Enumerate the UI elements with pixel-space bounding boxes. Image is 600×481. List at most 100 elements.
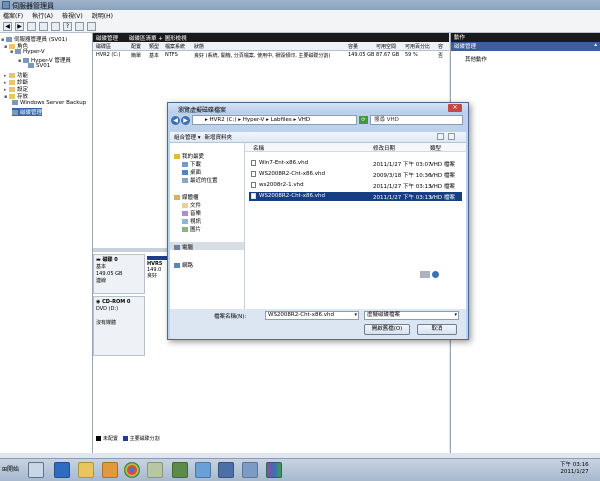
col-volume[interactable]: 磁碟區 xyxy=(96,43,111,50)
show-hide-tree-icon[interactable] xyxy=(39,21,48,31)
vhd-file-icon xyxy=(251,171,256,177)
nav-favorites[interactable]: 我的最愛 xyxy=(174,152,204,160)
volume-status: 良好 (系統, 開機, 分頁檔案, 使用中, 損毀傾印, 主要磁碟分割) xyxy=(194,53,331,59)
cmd-icon[interactable] xyxy=(172,462,188,478)
toolbar: ◀ ▶ ? xyxy=(0,20,600,33)
nav-desktop[interactable]: 桌面 xyxy=(182,168,201,176)
col-date-modified[interactable]: 修改日期 xyxy=(373,144,395,152)
cancel-button[interactable]: 取消 xyxy=(417,324,457,335)
search-input[interactable]: 搜尋 VHD xyxy=(370,115,463,125)
chevron-down-icon[interactable]: ▾ xyxy=(454,312,457,319)
tool-icon[interactable] xyxy=(147,462,163,478)
settings-icon[interactable] xyxy=(87,21,96,31)
remote-desktop-icon[interactable] xyxy=(242,462,258,478)
vhd-file-icon xyxy=(251,160,256,166)
disk-view-icon[interactable] xyxy=(75,21,84,31)
chevron-down-icon[interactable]: ▾ xyxy=(354,312,357,319)
tree-node-sv01[interactable]: SV01 xyxy=(28,63,50,69)
more-actions-link[interactable]: 其他動作 xyxy=(465,55,487,63)
help-icon[interactable]: ? xyxy=(63,21,72,31)
network-share-icon[interactable] xyxy=(195,462,211,478)
chrome-icon[interactable] xyxy=(124,462,140,478)
close-icon[interactable]: ✕ xyxy=(448,104,462,112)
nav-pictures[interactable]: 圖片 xyxy=(182,225,201,233)
hyperv-icon xyxy=(15,49,21,54)
dialog-command-bar: 組合管理 ▾ 新增資料夾 ? xyxy=(170,132,466,150)
organize-menu[interactable]: 組合管理 ▾ xyxy=(174,133,201,141)
window-titlebar: 伺服器管理員 xyxy=(0,0,600,10)
tree-node-disk-management[interactable]: 磁碟管理 xyxy=(12,108,43,116)
col-free-space[interactable]: 可用空間 xyxy=(376,43,396,50)
open-button[interactable]: 開啟舊檔(O) xyxy=(364,324,410,335)
col-layout[interactable]: 配置 xyxy=(131,43,141,50)
tree-node-storage[interactable]: ▪ 存放 xyxy=(4,92,28,100)
volume-free-space: 87.67 GB xyxy=(376,52,400,58)
network-icon xyxy=(174,263,180,268)
filename-label: 檔案名稱(N): xyxy=(214,314,247,320)
tree-node-hyperv[interactable]: ▪ Hyper-V xyxy=(10,49,45,55)
volume-capacity: 149.05 GB xyxy=(348,52,375,58)
nav-documents[interactable]: 文件 xyxy=(182,201,201,209)
properties-icon[interactable] xyxy=(51,21,60,31)
col-fault[interactable]: 容 xyxy=(438,43,443,50)
file-row-selected[interactable]: WS2008R2-Cht-x86.vhd 2011/1/27 下午 03:13 … xyxy=(249,192,462,201)
file-row[interactable]: ws2008r2-1.vhd 2011/1/27 下午 03:13 VHD 檔案 xyxy=(249,181,462,190)
filetype-select[interactable]: 虛擬磁碟檔案 ▾ xyxy=(364,311,459,320)
explorer-folder-icon[interactable] xyxy=(78,462,94,478)
volume-row[interactable]: HVR2 (C:) 簡單 基本 NTFS 良好 (系統, 開機, 分頁檔案, 使… xyxy=(93,51,449,60)
nav-network[interactable]: 網路 xyxy=(174,261,193,269)
forward-arrow-icon[interactable]: ▶ xyxy=(15,21,24,31)
col-filesystem[interactable]: 檔案系統 xyxy=(165,43,185,50)
view-options-icon[interactable] xyxy=(437,133,444,140)
clock[interactable]: 下午 03:16 2011/1/27 xyxy=(560,462,589,476)
filename-input[interactable]: WS2008R2-Cht-x86.vhd ▾ xyxy=(265,311,359,320)
server-manager-taskbar-icon[interactable] xyxy=(28,462,44,478)
menu-file[interactable]: 檔案(F) xyxy=(3,11,23,20)
breadcrumb[interactable]: ▸ HVR2 (C:) ▸ Hyper-V ▸ Labfiles ▸ VHD xyxy=(192,115,357,125)
volume-type: 基本 xyxy=(149,53,160,59)
nav-videos[interactable]: 視訊 xyxy=(182,217,201,225)
backup-icon xyxy=(12,100,18,105)
file-row[interactable]: Win7-Ent-x86.vhd 2011/1/27 下午 03:07 VHD … xyxy=(249,159,462,168)
new-folder-button[interactable]: 新增資料夾 xyxy=(205,133,233,141)
menu-action[interactable]: 執行(A) xyxy=(32,11,53,20)
nav-recent[interactable]: 最近的位置 xyxy=(182,176,218,184)
preview-pane-icon[interactable] xyxy=(447,133,455,140)
menu-help[interactable]: 說明(H) xyxy=(92,11,113,20)
view-label[interactable]: 磁碟區清單 + 圖形檢視 xyxy=(129,34,187,42)
legend-unallocated: 未配置 xyxy=(103,436,119,442)
file-row[interactable]: WS2008R2-Cht-x86.vhd 2009/3/18 下午 10:36 … xyxy=(249,170,462,179)
col-type[interactable]: 類型 xyxy=(149,43,159,50)
forward-arrow-icon[interactable]: ▶ xyxy=(181,116,190,125)
up-folder-icon[interactable] xyxy=(27,21,36,31)
tree-node-backup[interactable]: Windows Server Backup xyxy=(12,100,86,106)
menu-view[interactable]: 檢視(V) xyxy=(62,11,83,20)
nav-libraries[interactable]: 媒體櫃 xyxy=(174,193,199,201)
col-type[interactable]: 類型 xyxy=(430,144,441,152)
address-bar-row: ◀ ▶ ▸ HVR2 (C:) ▸ Hyper-V ▸ Labfiles ▸ V… xyxy=(170,115,466,127)
nav-music[interactable]: 音樂 xyxy=(182,209,201,217)
col-name[interactable]: 名稱 xyxy=(253,144,264,152)
server-manager-icon xyxy=(2,1,10,9)
refresh-icon[interactable]: ⟳ xyxy=(359,116,368,124)
volume-layout: 簡單 xyxy=(131,53,142,59)
server-icon xyxy=(28,63,34,68)
notes-icon[interactable] xyxy=(102,462,118,478)
powershell-icon[interactable] xyxy=(54,462,70,478)
center-header: 磁碟管理 磁碟區清單 + 圖形檢視 xyxy=(93,33,449,42)
archive-icon[interactable] xyxy=(266,462,282,478)
col-free-percent[interactable]: 可用百分比 xyxy=(405,43,430,50)
col-capacity[interactable]: 容量 xyxy=(348,43,358,50)
star-icon xyxy=(174,154,180,159)
volume-fault: 否 xyxy=(438,53,444,59)
back-arrow-icon[interactable]: ◀ xyxy=(171,116,180,125)
actions-section[interactable]: 磁碟管理 ▴ xyxy=(451,42,600,51)
nav-computer[interactable]: 電腦 xyxy=(174,243,193,251)
col-status[interactable]: 狀態 xyxy=(194,43,204,50)
disk-0-label[interactable]: ▬ 磁碟 0 基本 149.05 GB 連線 xyxy=(93,254,145,294)
start-button[interactable]: ⊞開始 xyxy=(2,464,26,476)
back-arrow-icon[interactable]: ◀ xyxy=(3,21,12,31)
nav-downloads[interactable]: 下載 xyxy=(182,160,201,168)
hyperv-manager-icon[interactable] xyxy=(218,462,234,478)
cdrom-0-label[interactable]: ◉ CD-ROM 0 DVD (D:) 沒有媒體 xyxy=(93,296,145,356)
